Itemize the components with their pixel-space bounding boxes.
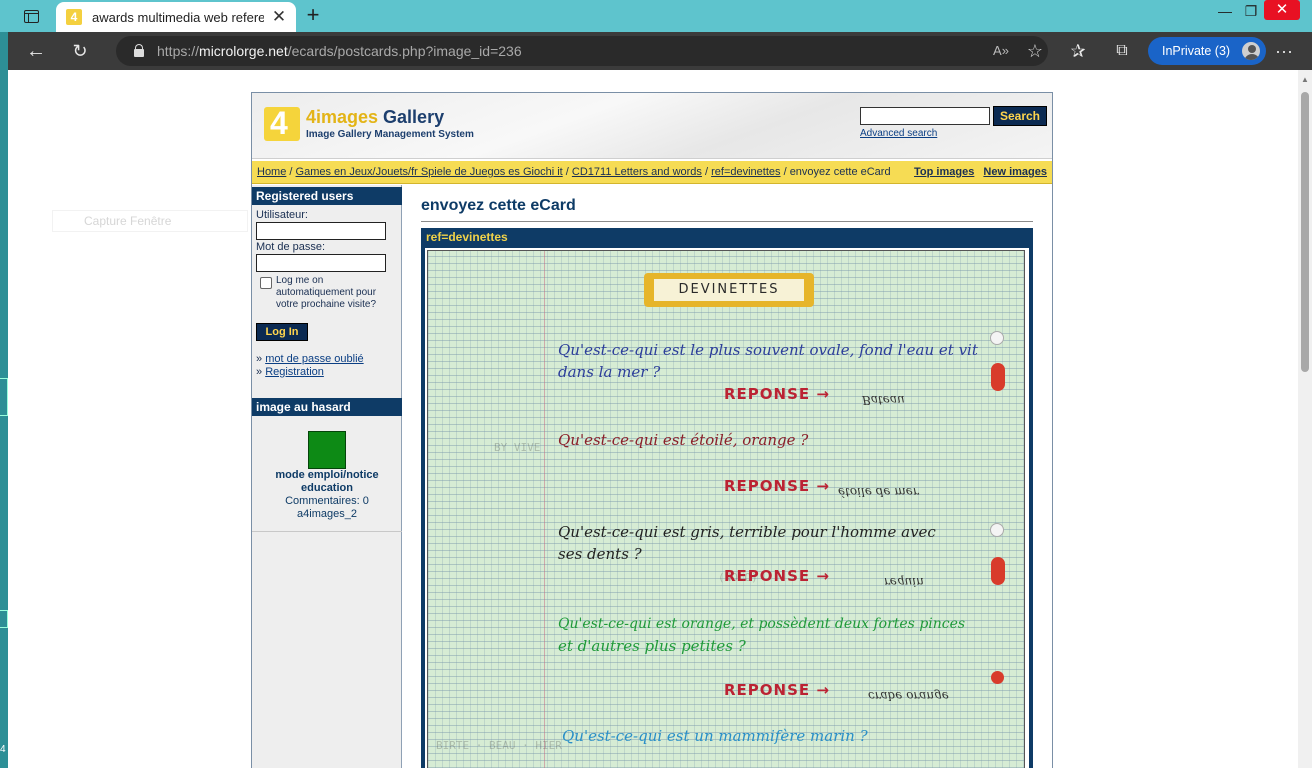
desktop-strip <box>0 32 8 768</box>
browser-toolbar: ← ↻ https://microlorge.net/ecards/postca… <box>8 32 1312 70</box>
url-text[interactable]: https://microlorge.net/ecards/postcards.… <box>157 43 522 59</box>
binder-ring-red <box>991 363 1005 391</box>
question-2-line-1: Qu'est-ce-qui est étoilé, orange ? <box>558 431 809 449</box>
registered-users-heading: Registered users <box>252 187 402 205</box>
desktop-window-edge <box>0 610 8 628</box>
scroll-up-arrow-icon[interactable]: ▲ <box>1300 76 1310 84</box>
page-scrollbar[interactable]: ▲ <box>1298 70 1312 768</box>
site-favicon-icon: 4 <box>66 9 82 25</box>
window-maximize-button[interactable]: ❐ <box>1236 0 1266 22</box>
title-divider <box>421 221 1033 222</box>
image-title: ref=devinettes <box>426 230 508 244</box>
answer-3: requin <box>884 575 924 589</box>
advanced-search-link[interactable]: Advanced search <box>860 128 937 139</box>
site-header: 4images Gallery Image Gallery Management… <box>252 93 1052 159</box>
tab-actions-icon[interactable] <box>18 6 44 26</box>
top-images-link[interactable]: Top images <box>914 166 974 178</box>
add-favorite-star-icon[interactable]: ☆ <box>1024 40 1046 62</box>
address-bar[interactable]: https://microlorge.net/ecards/postcards.… <box>116 36 1048 66</box>
random-image-thumbnail[interactable] <box>308 431 346 469</box>
refresh-icon[interactable]: ↻ <box>68 40 92 62</box>
faded-overlay-label: Capture Fenêtre <box>52 210 248 232</box>
breadcrumb-home[interactable]: Home <box>257 166 286 178</box>
random-image-heading: image au hasard <box>252 398 402 416</box>
search-button[interactable]: Search <box>993 106 1047 126</box>
reponse-label-3: REPONSE → <box>724 567 830 585</box>
back-arrow-icon[interactable]: ← <box>24 40 48 62</box>
inprivate-label: InPrivate (3) <box>1162 44 1231 58</box>
bleed-through-text: BY VIVE <box>494 441 541 454</box>
question-4-line-2: et d'autres plus petites ? <box>558 637 746 655</box>
search-input[interactable] <box>860 107 990 125</box>
ecard-image[interactable]: BY VIVE (NO O) BIRTE · BEAU · HIER DEVIN… <box>425 248 1029 768</box>
password-label: Mot de passe: <box>256 241 326 253</box>
devinettes-banner: DEVINETTES <box>644 273 814 307</box>
question-1-line-1: Qu'est-ce-qui est le plus souvent ovale,… <box>558 341 978 359</box>
forgot-password-link[interactable]: » mot de passe oublié <box>256 353 364 365</box>
more-options-icon[interactable]: ··· <box>1272 40 1296 62</box>
registration-link[interactable]: » Registration <box>256 366 324 378</box>
lock-icon[interactable] <box>134 44 144 57</box>
active-tab[interactable]: 4 awards multimedia web reference ✕ <box>56 2 296 32</box>
remember-me-label: Log me on automatiquement pour votre pro… <box>276 275 377 310</box>
question-3-line-1: Qu'est-ce-qui est gris, terrible pour l'… <box>558 523 936 541</box>
remember-me-checkbox[interactable] <box>260 277 272 289</box>
gallery-page: 4images Gallery Image Gallery Management… <box>251 92 1053 768</box>
notebook-margin-line <box>544 251 545 768</box>
login-button[interactable]: Log In <box>256 323 308 341</box>
binder-ring-hole <box>990 331 1004 345</box>
logo-mark-icon <box>264 105 300 142</box>
random-image-user: a4images_2 <box>297 508 357 520</box>
random-image-title[interactable]: mode emploi/notice education <box>252 469 402 495</box>
logo-title: 4images Gallery <box>306 107 445 127</box>
desktop-label: 4 <box>0 744 6 755</box>
read-aloud-icon[interactable]: A» <box>990 41 1012 61</box>
favorites-icon[interactable]: ✰ <box>1066 40 1090 62</box>
top-links: Top images New images <box>908 161 1047 184</box>
question-4-line-1: Qu'est-ce-qui est orange, et possèdent d… <box>558 616 966 632</box>
username-label: Utilisateur: <box>256 209 308 221</box>
profile-avatar <box>1240 40 1262 62</box>
breadcrumb-subcategory[interactable]: CD1711 Letters and words <box>572 166 702 178</box>
breadcrumb-category[interactable]: Games en Jeux/Jouets/fr Spiele de Juegos… <box>296 166 563 178</box>
tab-title: awards multimedia web reference <box>92 9 264 25</box>
scroll-thumb[interactable] <box>1301 92 1309 372</box>
username-field[interactable] <box>256 222 386 240</box>
breadcrumb-image[interactable]: ref=devinettes <box>711 166 780 178</box>
inprivate-button[interactable]: InPrivate (3) <box>1148 37 1266 65</box>
reponse-label-1: REPONSE → <box>724 385 830 403</box>
notebook-page-image: BY VIVE (NO O) BIRTE · BEAU · HIER DEVIN… <box>427 250 1025 768</box>
answer-4: crabe orange <box>868 689 949 703</box>
image-panel: ref=devinettes BY VIVE (NO O) BIRTE · BE… <box>421 228 1033 768</box>
random-image-comments: Commentaires: 0 <box>285 495 369 507</box>
binder-ring-red <box>991 557 1005 585</box>
site-logo[interactable]: 4images Gallery Image Gallery Management… <box>264 105 474 147</box>
collections-icon[interactable]: ⧉ <box>1110 40 1134 62</box>
question-3-line-2: ses dents ? <box>558 545 642 563</box>
breadcrumb-current: envoyez cette eCard <box>789 166 891 178</box>
answer-1: Bateau <box>862 393 905 407</box>
breadcrumb: Home / Games en Jeux/Jouets/fr Spiele de… <box>252 161 1052 184</box>
devinettes-banner-text: DEVINETTES <box>654 279 804 301</box>
question-5-line-1: Qu'est-ce-qui est un mammifère marin ? <box>562 727 868 745</box>
password-field[interactable] <box>256 254 386 272</box>
desktop-window-edge <box>0 378 8 416</box>
binder-ring-red <box>991 671 1004 684</box>
question-1-line-2: dans la mer ? <box>558 363 661 381</box>
reponse-label-2: REPONSE → <box>724 477 830 495</box>
window-close-button[interactable]: ✕ <box>1264 0 1300 20</box>
sidebar-divider <box>252 531 402 532</box>
binder-ring-hole <box>990 523 1004 537</box>
answer-2: étoile de mer <box>838 485 919 499</box>
sidebar: Registered users Utilisateur: Mot de pas… <box>252 185 402 768</box>
page-title: envoyez cette eCard <box>421 197 576 214</box>
new-images-link[interactable]: New images <box>983 166 1047 178</box>
reponse-label-4: REPONSE → <box>724 681 830 699</box>
new-tab-button[interactable]: + <box>302 4 324 26</box>
bleed-through-text: BIRTE · BEAU · HIER <box>436 739 562 752</box>
tab-close-icon[interactable]: ✕ <box>270 8 288 26</box>
logo-subtitle: Image Gallery Management System <box>306 129 474 140</box>
browser-tab-bar: 4 awards multimedia web reference ✕ + — … <box>0 0 1312 32</box>
